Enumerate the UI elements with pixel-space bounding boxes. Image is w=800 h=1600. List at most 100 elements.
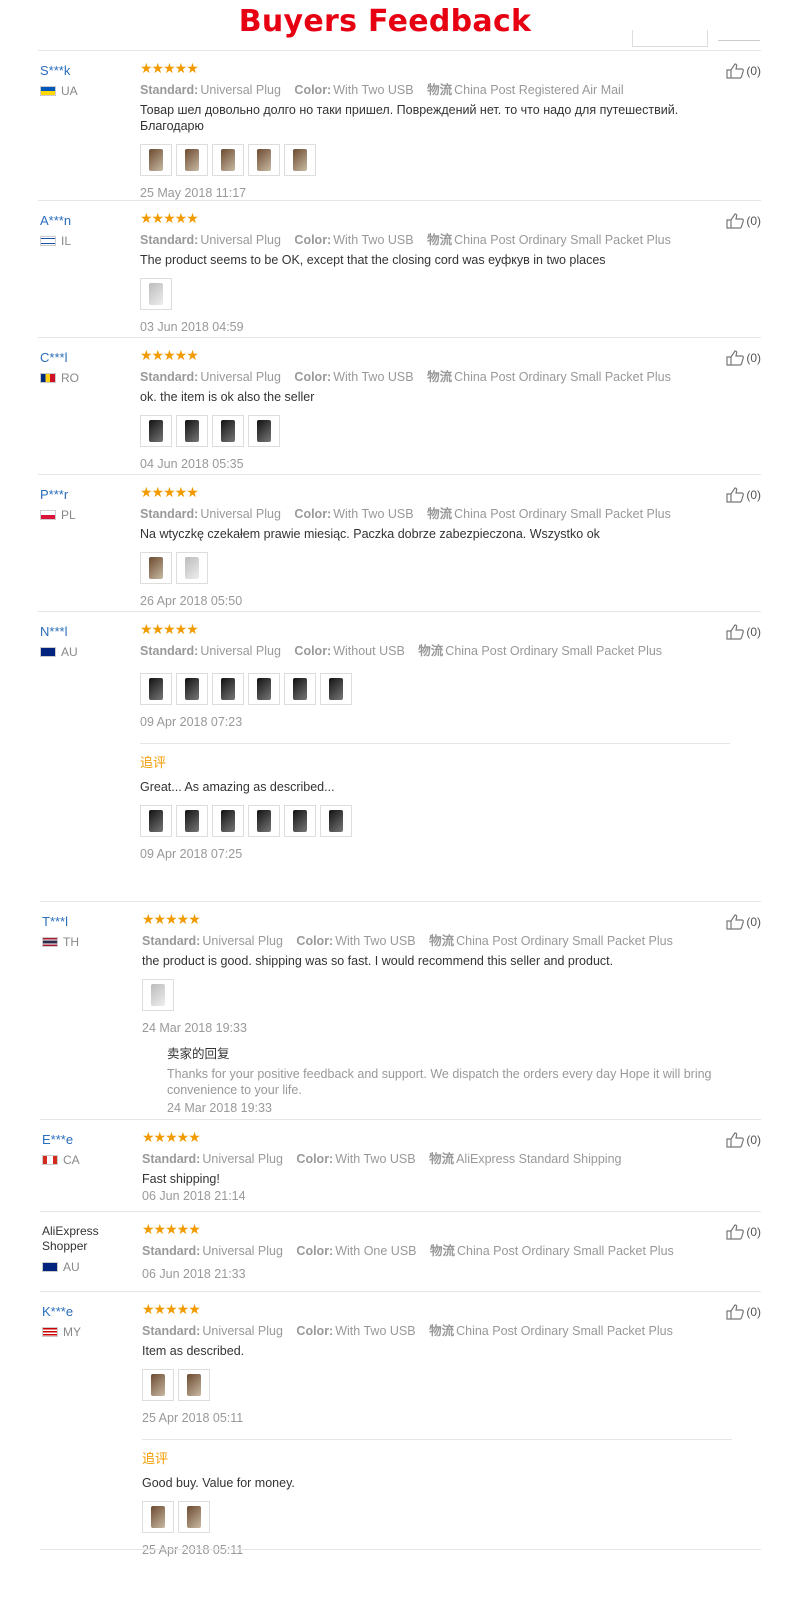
shipping-value: China Post Ordinary Small Packet Plus (456, 934, 673, 948)
review-content: ★★★★★ Standard: Universal Plug Color: With… (142, 1222, 732, 1281)
standard-value: Universal Plug (200, 370, 281, 384)
review-photo[interactable] (178, 1501, 210, 1533)
color-value: With One USB (335, 1244, 417, 1258)
review-photo[interactable] (176, 415, 208, 447)
review-photo[interactable] (176, 805, 208, 837)
helpful-button[interactable]: (0) (726, 487, 761, 503)
helpful-count: (0) (746, 1225, 761, 1239)
additional-review-label: 追评 (140, 755, 167, 770)
country-code: TH (63, 935, 79, 949)
review-item: A***n IL ★★★★★ Standard: Universal Plug C… (38, 200, 761, 338)
color-value: Without USB (333, 644, 405, 658)
review-content: ★★★★★ Standard: Universal Plug Color: With… (140, 211, 730, 334)
star-rating: ★★★★★ (142, 1129, 201, 1145)
helpful-button[interactable]: (0) (726, 624, 761, 640)
thumbs-up-icon (726, 487, 745, 503)
photo-list (142, 979, 732, 1011)
reviewer-name: AliExpress Shopper (42, 1224, 99, 1253)
review-content: ★★★★★ Standard: Universal Plug Color: With… (142, 1130, 732, 1203)
order-attributes: Standard: Universal Plug Color: With Two U… (142, 1148, 732, 1167)
review-photo[interactable] (140, 552, 172, 584)
reviewer-name[interactable]: C***l (40, 350, 135, 365)
reviewer-name[interactable]: K***e (42, 1304, 137, 1319)
review-photo[interactable] (320, 673, 352, 705)
helpful-button[interactable]: (0) (726, 914, 761, 930)
color-label: Color: (296, 1324, 334, 1338)
helpful-button[interactable]: (0) (726, 1224, 761, 1240)
reviewer-name[interactable]: S***k (40, 63, 135, 78)
order-attributes: Standard: Universal Plug Color: With One U… (142, 1240, 732, 1259)
flag-th-icon (42, 937, 58, 947)
review-photo[interactable] (178, 1369, 210, 1401)
review-content: ★★★★★ Standard: Universal Plug Color: With… (140, 622, 730, 861)
order-attributes: Standard: Universal Plug Color: With Two U… (140, 229, 730, 248)
color-value: With Two USB (333, 507, 414, 521)
review-photo[interactable] (284, 673, 316, 705)
review-text: Fast shipping! (142, 1172, 220, 1186)
reviewer-name[interactable]: T***l (42, 914, 137, 929)
helpful-button[interactable]: (0) (726, 213, 761, 229)
helpful-count: (0) (746, 625, 761, 639)
color-value: With Two USB (333, 370, 414, 384)
standard-label: Standard: (140, 233, 199, 247)
review-photo[interactable] (248, 415, 280, 447)
helpful-count: (0) (746, 214, 761, 228)
shipping-value: AliExpress Standard Shipping (456, 1152, 622, 1166)
review-photo[interactable] (176, 552, 208, 584)
review-photo[interactable] (284, 805, 316, 837)
review-text: The product seems to be OK, except that … (140, 253, 606, 267)
review-date: 03 Jun 2018 04:59 (140, 320, 244, 334)
color-value: With Two USB (335, 934, 416, 948)
review-photo[interactable] (212, 415, 244, 447)
review-photo[interactable] (212, 144, 244, 176)
review-date: 25 May 2018 11:17 (140, 186, 247, 200)
review-photo[interactable] (212, 805, 244, 837)
review-photo[interactable] (248, 144, 280, 176)
reviewer-name[interactable]: A***n (40, 213, 135, 228)
helpful-count: (0) (746, 64, 761, 78)
shipping-value: China Post Ordinary Small Packet Plus (454, 233, 671, 247)
flag-ua-icon (40, 86, 56, 96)
review-photo[interactable] (140, 278, 172, 310)
review-photo[interactable] (176, 673, 208, 705)
review-photo[interactable] (212, 673, 244, 705)
sort-dropdown[interactable] (632, 30, 708, 47)
seller-reply-label: 卖家的回复 (167, 1047, 230, 1061)
shipping-value: China Post Ordinary Small Packet Plus (456, 1324, 673, 1338)
star-rating: ★★★★★ (140, 347, 199, 363)
additional-review-text: Great... As amazing as described... (140, 780, 335, 794)
review-photo[interactable] (176, 144, 208, 176)
reviewer-info: S***k UA (40, 63, 135, 98)
reviewer-name[interactable]: N***l (40, 624, 135, 639)
review-photo[interactable] (142, 979, 174, 1011)
review-photo[interactable] (248, 673, 280, 705)
helpful-count: (0) (746, 351, 761, 365)
review-photo[interactable] (142, 1369, 174, 1401)
review-photo[interactable] (140, 415, 172, 447)
helpful-button[interactable]: (0) (726, 1304, 761, 1320)
shipping-label: 物流 (429, 934, 455, 948)
review-photo[interactable] (320, 805, 352, 837)
country-code: AU (61, 645, 78, 659)
review-photo[interactable] (140, 805, 172, 837)
flag-my-icon (42, 1327, 58, 1337)
review-photo[interactable] (248, 805, 280, 837)
helpful-count: (0) (746, 488, 761, 502)
review-photo[interactable] (140, 673, 172, 705)
review-photo[interactable] (284, 144, 316, 176)
helpful-button[interactable]: (0) (726, 350, 761, 366)
shipping-label: 物流 (418, 644, 444, 658)
helpful-button[interactable]: (0) (726, 63, 761, 79)
review-date: 09 Apr 2018 07:23 (140, 715, 243, 729)
reviewer-country: CA (42, 1153, 137, 1167)
helpful-button[interactable]: (0) (726, 1132, 761, 1148)
reviewer-name[interactable]: P***r (40, 487, 135, 502)
order-attributes: Standard: Universal Plug Color: With Two U… (142, 1320, 732, 1339)
seller-reply: 卖家的回复 Thanks for your positive feedback … (167, 1043, 732, 1115)
reviewer-name[interactable]: E***e (42, 1132, 137, 1147)
review-photo[interactable] (140, 144, 172, 176)
standard-value: Universal Plug (200, 507, 281, 521)
shipping-label: 物流 (429, 1152, 455, 1166)
review-photo[interactable] (142, 1501, 174, 1533)
additional-review-label: 追评 (142, 1451, 169, 1466)
